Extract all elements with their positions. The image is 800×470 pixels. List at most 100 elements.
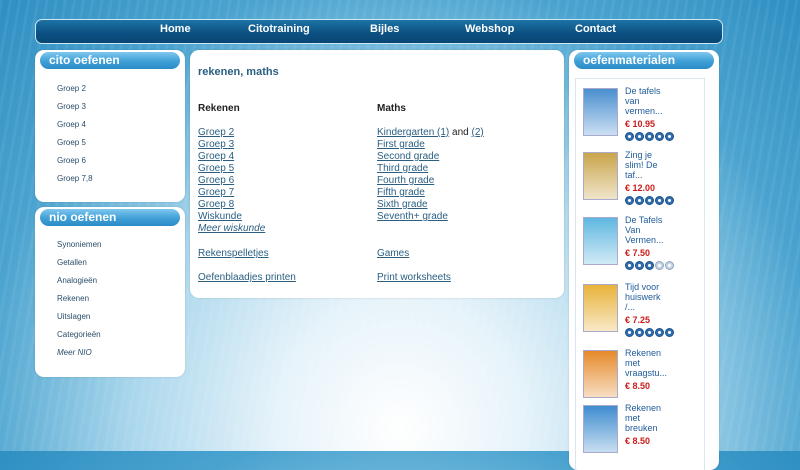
cito-list: Groep 2 Groep 3 Groep 4 Groep 5 Groep 6 …	[57, 80, 93, 188]
games-link[interactable]: Games	[377, 248, 409, 259]
product-price: € 8.50	[625, 436, 651, 446]
maths-link-fifth-grade[interactable]: Fifth grade	[377, 187, 425, 198]
product-cover-image[interactable]	[583, 152, 618, 200]
nav-webshop[interactable]: Webshop	[465, 23, 514, 35]
maths-heading: Maths	[377, 103, 406, 114]
rekenen-list: Groep 2 Groep 3 Groep 4 Groep 5 Groep 6 …	[198, 127, 265, 235]
nio-panel: nio oefenen Synoniemen Getallen Analogie…	[35, 207, 185, 377]
maths-list: Kindergarten (1) and (2) First grade Sec…	[377, 127, 484, 223]
star-icon	[625, 196, 634, 205]
top-navigation: Home Citotraining Bijles Webshop Contact	[35, 19, 723, 44]
product-item[interactable]: De tafels van vermen... € 10.95	[580, 86, 690, 146]
page-title: rekenen, maths	[198, 66, 279, 78]
rekenspelletjes-link[interactable]: Rekenspelletjes	[198, 248, 269, 259]
nio-list: Synoniemen Getallen Analogieën Rekenen U…	[57, 236, 101, 362]
nav-bijles[interactable]: Bijles	[370, 23, 399, 35]
star-icon	[635, 132, 644, 141]
product-price: € 10.95	[625, 119, 656, 129]
rekenen-link-groep-5[interactable]: Groep 5	[198, 163, 234, 174]
cito-item-groep-7-8[interactable]: Groep 7,8	[57, 170, 93, 188]
nio-panel-title: nio oefenen	[40, 209, 180, 226]
star-icon	[625, 328, 634, 337]
maths-link-first-grade[interactable]: First grade	[377, 139, 425, 150]
cito-item-groep-5[interactable]: Groep 5	[57, 134, 93, 152]
main-content: rekenen, maths Rekenen Groep 2 Groep 3 G…	[190, 50, 564, 298]
nio-item-categorieen[interactable]: Categorieën	[57, 326, 101, 344]
product-item[interactable]: Rekenen met breuken € 8.50	[580, 403, 690, 463]
nio-item-meer-nio[interactable]: Meer NIO	[57, 344, 101, 362]
product-rating	[625, 328, 674, 337]
star-icon	[645, 132, 654, 141]
cito-item-groep-4[interactable]: Groep 4	[57, 116, 93, 134]
star-icon	[665, 196, 674, 205]
rekenen-link-wiskunde[interactable]: Wiskunde	[198, 211, 242, 222]
product-title[interactable]: Rekenen met vraagstu...	[625, 348, 685, 378]
rekenen-link-groep-6[interactable]: Groep 6	[198, 175, 234, 186]
product-item[interactable]: Tijd voor huiswerk/... € 7.25	[580, 282, 690, 342]
print-worksheets-link[interactable]: Print worksheets	[377, 272, 451, 283]
nav-contact[interactable]: Contact	[575, 23, 616, 35]
product-cover-image[interactable]	[583, 405, 618, 453]
star-icon	[645, 328, 654, 337]
star-icon	[635, 328, 644, 337]
product-cover-image[interactable]	[583, 284, 618, 332]
cito-item-groep-6[interactable]: Groep 6	[57, 152, 93, 170]
rekenen-link-meer-wiskunde[interactable]: Meer wiskunde	[198, 223, 265, 234]
rekenen-link-groep-7[interactable]: Groep 7	[198, 187, 234, 198]
rekenen-link-groep-2[interactable]: Groep 2	[198, 127, 234, 138]
star-icon	[635, 196, 644, 205]
oefenblaadjes-printen-link[interactable]: Oefenblaadjes printen	[198, 272, 296, 283]
star-icon	[665, 328, 674, 337]
product-rating	[625, 132, 674, 141]
product-price: € 12.00	[625, 183, 656, 193]
maths-link-kindergarten-2[interactable]: (2)	[472, 127, 484, 138]
rekenen-heading: Rekenen	[198, 103, 240, 114]
nio-item-analogieen[interactable]: Analogieën	[57, 272, 101, 290]
star-icon	[655, 132, 664, 141]
maths-link-second-grade[interactable]: Second grade	[377, 151, 439, 162]
star-icon	[655, 328, 664, 337]
nio-item-synoniemen[interactable]: Synoniemen	[57, 236, 101, 254]
rekenen-link-groep-8[interactable]: Groep 8	[198, 199, 234, 210]
star-icon	[665, 132, 674, 141]
maths-link-third-grade[interactable]: Third grade	[377, 163, 428, 174]
star-icon	[645, 261, 654, 270]
rekenen-link-groep-4[interactable]: Groep 4	[198, 151, 234, 162]
product-cover-image[interactable]	[583, 217, 618, 265]
rekenen-link-groep-3[interactable]: Groep 3	[198, 139, 234, 150]
oefenmaterialen-panel: oefenmaterialen De tafels van vermen... € 1…	[569, 50, 719, 470]
product-title[interactable]: Tijd voor huiswerk/...	[625, 282, 685, 312]
nav-citotraining[interactable]: Citotraining	[248, 23, 310, 35]
maths-link-fourth-grade[interactable]: Fourth grade	[377, 175, 434, 186]
star-icon	[665, 261, 674, 270]
nio-item-rekenen[interactable]: Rekenen	[57, 290, 101, 308]
nio-item-getallen[interactable]: Getallen	[57, 254, 101, 272]
star-icon	[635, 261, 644, 270]
product-title[interactable]: Rekenen met breuken	[625, 403, 685, 433]
oefenmaterialen-title: oefenmaterialen	[574, 52, 714, 69]
cito-panel: cito oefenen Groep 2 Groep 3 Groep 4 Gro…	[35, 50, 185, 202]
product-rating	[625, 196, 674, 205]
product-title[interactable]: Zing je slim! De taf...	[625, 150, 685, 180]
product-item[interactable]: Zing je slim! De taf... € 12.00	[580, 150, 690, 210]
product-title[interactable]: De Tafels Van Vermen...	[625, 215, 685, 245]
star-icon	[645, 196, 654, 205]
product-item[interactable]: De Tafels Van Vermen... € 7.50	[580, 215, 690, 275]
nio-item-uitslagen[interactable]: Uitslagen	[57, 308, 101, 326]
star-icon	[655, 196, 664, 205]
product-rating	[625, 261, 674, 270]
product-title[interactable]: De tafels van vermen...	[625, 86, 685, 116]
product-price: € 7.25	[625, 315, 651, 325]
product-item[interactable]: Rekenen met vraagstu... € 8.50	[580, 348, 690, 408]
cito-item-groep-2[interactable]: Groep 2	[57, 80, 93, 98]
maths-link-sixth-grade[interactable]: Sixth grade	[377, 199, 428, 210]
cito-item-groep-3[interactable]: Groep 3	[57, 98, 93, 116]
star-icon	[625, 132, 634, 141]
product-cover-image[interactable]	[583, 88, 618, 136]
product-cover-image[interactable]	[583, 350, 618, 398]
nav-home[interactable]: Home	[160, 23, 191, 35]
maths-link-seventh-grade[interactable]: Seventh+ grade	[377, 211, 448, 222]
star-icon	[625, 261, 634, 270]
and-text: and	[452, 127, 469, 138]
maths-link-kindergarten-1[interactable]: Kindergarten (1)	[377, 127, 449, 138]
